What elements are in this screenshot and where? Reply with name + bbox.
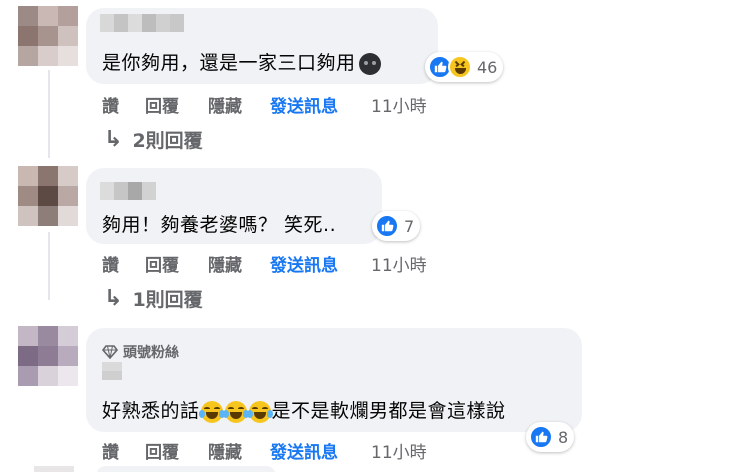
like-button[interactable]: 讚: [102, 92, 145, 117]
reaction-count: 7: [404, 216, 415, 236]
reply-arrow-icon: ↳: [104, 127, 123, 152]
thread-line: [48, 232, 50, 300]
laughing-tears-emoji: [246, 400, 273, 423]
hide-button[interactable]: 隱藏: [208, 251, 270, 276]
reaction-summary[interactable]: 8: [526, 422, 575, 452]
timestamp[interactable]: 11小時: [371, 251, 427, 276]
timestamp[interactable]: 11小時: [371, 92, 427, 117]
thread-line: [48, 70, 50, 158]
avatar[interactable]: [18, 166, 78, 226]
comment-actions: 讚 回覆 隱藏 發送訊息 11小時: [102, 438, 427, 463]
like-button[interactable]: 讚: [102, 251, 145, 276]
comment-bubble: [96, 466, 276, 472]
reply-button[interactable]: 回覆: [145, 251, 208, 276]
like-button[interactable]: 讚: [102, 438, 145, 463]
comment-actions: 讚 回覆 隱藏 發送訊息 11小時: [102, 251, 427, 276]
dark-face-emoji: [358, 52, 381, 75]
comment-text: 是你夠用，還是一家三口夠用: [102, 48, 381, 75]
badge-label: 頭號粉絲: [123, 345, 179, 361]
comment-text: 好熟悉的話 是不是軟爛男都是會這樣說: [102, 400, 506, 423]
replies-label: 1則回覆: [132, 289, 203, 311]
like-icon: [375, 214, 399, 238]
commenter-name[interactable]: [102, 362, 122, 380]
diamond-icon: [102, 345, 118, 359]
reaction-count: 46: [477, 57, 498, 77]
comment-text: 夠用！夠養老婆嗎？ 笑死..: [102, 214, 337, 236]
reply-arrow-icon: ↳: [104, 286, 123, 311]
send-message-button[interactable]: 發送訊息: [270, 251, 371, 276]
send-message-button[interactable]: 發送訊息: [270, 92, 371, 117]
laughing-tears-emoji: [222, 400, 249, 423]
reaction-summary[interactable]: 46: [425, 52, 504, 82]
top-fan-badge[interactable]: 頭號粉絲: [102, 342, 179, 362]
avatar[interactable]: [34, 466, 74, 472]
send-message-button[interactable]: 發送訊息: [270, 438, 371, 463]
comment-actions: 讚 回覆 隱藏 發送訊息 11小時: [102, 92, 427, 117]
reply-button[interactable]: 回覆: [145, 438, 208, 463]
like-icon: [529, 425, 553, 449]
avatar[interactable]: [18, 326, 78, 386]
commenter-name[interactable]: [100, 14, 184, 32]
reply-button[interactable]: 回覆: [145, 92, 208, 117]
hide-button[interactable]: 隱藏: [208, 92, 270, 117]
hide-button[interactable]: 隱藏: [208, 438, 270, 463]
haha-icon: [448, 55, 472, 79]
replies-label: 2則回覆: [132, 130, 203, 152]
timestamp[interactable]: 11小時: [371, 438, 427, 463]
reaction-count: 8: [558, 427, 569, 447]
reaction-summary[interactable]: 7: [372, 211, 421, 241]
avatar[interactable]: [18, 6, 78, 66]
view-replies-link[interactable]: ↳ 2則回覆: [104, 126, 203, 153]
laughing-tears-emoji: [198, 400, 225, 423]
commenter-name[interactable]: [100, 182, 156, 200]
view-replies-link[interactable]: ↳ 1則回覆: [104, 285, 203, 312]
